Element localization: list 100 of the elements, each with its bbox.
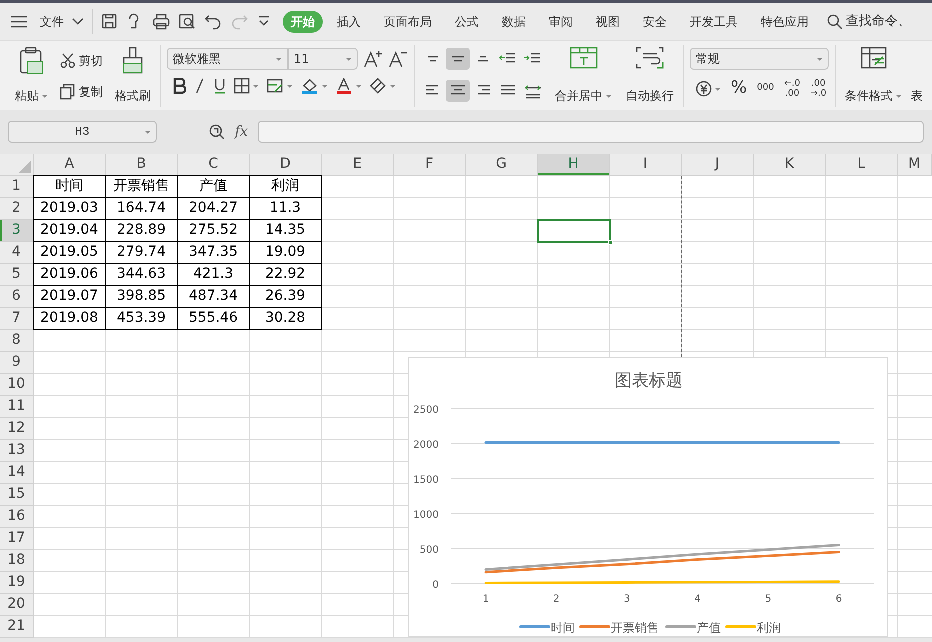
ribbon-tab[interactable]: 开发工具: [682, 10, 746, 32]
center-align-button[interactable]: [446, 80, 470, 102]
grow-font-icon[interactable]: [364, 50, 383, 68]
percent-button[interactable]: %: [731, 76, 748, 102]
column-header[interactable]: F: [394, 154, 466, 176]
table-cell: 利润: [249, 175, 322, 198]
currency-icon[interactable]: [696, 80, 721, 97]
cell-style-icon[interactable]: [267, 78, 294, 94]
ribbon-tab[interactable]: 审阅: [541, 10, 581, 32]
ribbon-button[interactable]: 格式刷: [112, 45, 154, 107]
thousands-button[interactable]: 000: [757, 82, 774, 96]
decrease-decimal-button[interactable]: .00 →.0: [810, 78, 827, 99]
row-header[interactable]: 8: [0, 330, 34, 352]
search-command[interactable]: 查找命令、: [846, 12, 911, 32]
column-header[interactable]: A: [34, 154, 106, 176]
shrink-font-icon[interactable]: [389, 50, 408, 68]
row-header[interactable]: 3: [0, 220, 34, 242]
corner-cell[interactable]: [0, 154, 34, 176]
table-cell: 2019.08: [33, 307, 106, 330]
row-header[interactable]: 16: [0, 506, 34, 528]
copy-icon: [60, 84, 76, 100]
undo-icon[interactable]: [205, 13, 222, 30]
row-header[interactable]: 13: [0, 440, 34, 462]
name-box[interactable]: H3: [8, 121, 157, 143]
legend-label: 产值: [697, 621, 721, 635]
ribbon-tab[interactable]: 特色应用: [753, 10, 817, 32]
table-cell: 30.28: [249, 307, 322, 330]
chart-panel[interactable]: 0 500 1000 1500 2000 2500 1 2 3 4 5 6 图表标题 时间 开票销售 产值 利润: [408, 357, 888, 637]
chevron-icon[interactable]: [72, 18, 84, 25]
row-header[interactable]: 20: [0, 594, 34, 616]
ribbon-button[interactable]: 条件格式: [842, 45, 905, 107]
legend-swatch: [580, 626, 610, 628]
print-icon[interactable]: [153, 13, 170, 30]
row-header[interactable]: 6: [0, 286, 34, 308]
row-header[interactable]: 2: [0, 198, 34, 220]
underline-icon[interactable]: [213, 78, 227, 94]
number-format-field[interactable]: 常规: [690, 48, 829, 70]
ribbon-button[interactable]: 自动换行: [623, 45, 677, 107]
menu-icon[interactable]: [10, 14, 28, 30]
border-icon[interactable]: [234, 78, 260, 94]
column-header[interactable]: I: [610, 154, 682, 176]
row-header[interactable]: 17: [0, 528, 34, 550]
row-header[interactable]: 11: [0, 396, 34, 418]
merge-icon: [570, 47, 598, 69]
row-header[interactable]: 10: [0, 374, 34, 396]
row-header[interactable]: 19: [0, 572, 34, 594]
row-header[interactable]: 4: [0, 242, 34, 264]
row-header[interactable]: 1: [0, 176, 34, 198]
column-header[interactable]: M: [898, 154, 932, 176]
column-header[interactable]: B: [106, 154, 178, 176]
conditional-format-icon: [860, 47, 886, 69]
row-header[interactable]: 14: [0, 462, 34, 484]
ribbon-tab[interactable]: 插入: [329, 10, 369, 32]
middle-align-button[interactable]: [446, 48, 470, 70]
row-header[interactable]: 9: [0, 352, 34, 374]
ribbon-button[interactable]: 合并居中: [552, 45, 615, 107]
row-header[interactable]: 5: [0, 264, 34, 286]
font-name-field[interactable]: 微软雅黑: [167, 48, 288, 70]
fill-bucket-icon[interactable]: [301, 78, 329, 94]
save-icon[interactable]: [101, 13, 118, 30]
row-header[interactable]: 15: [0, 484, 34, 506]
ribbon-tab[interactable]: 数据: [494, 10, 534, 32]
increase-decimal-button[interactable]: ←.0 .00: [784, 78, 800, 99]
ribbon-button[interactable]: 表: [911, 45, 923, 107]
formula-input[interactable]: [258, 121, 924, 143]
ribbon-tab[interactable]: 安全: [635, 10, 675, 32]
axis-label: 0: [432, 580, 439, 591]
row-header[interactable]: 18: [0, 550, 34, 572]
font-color-icon[interactable]: [336, 78, 363, 94]
axis-label: 1500: [414, 475, 439, 486]
caret-icon: [606, 94, 612, 98]
ribbon-button[interactable]: 粘贴: [12, 45, 51, 107]
ribbon-tab[interactable]: 公式: [447, 10, 487, 32]
axis-label: 500: [420, 545, 439, 556]
row-header[interactable]: 21: [0, 616, 34, 638]
column-header[interactable]: C: [178, 154, 250, 176]
eraser-icon[interactable]: [370, 78, 397, 94]
ribbon-tab[interactable]: 页面布局: [376, 10, 440, 32]
column-header[interactable]: G: [466, 154, 538, 176]
column-header[interactable]: D: [250, 154, 322, 176]
column-header[interactable]: J: [682, 154, 754, 176]
zoom-icon[interactable]: [209, 124, 225, 140]
row-header[interactable]: 7: [0, 308, 34, 330]
function-label[interactable]: fx: [235, 122, 248, 142]
row-header[interactable]: 12: [0, 418, 34, 440]
cut-button[interactable]: 剪切: [57, 50, 106, 70]
column-header[interactable]: H: [538, 154, 610, 176]
legend-swatch: [726, 626, 756, 628]
caret-icon: [896, 94, 902, 98]
axis-label: 2500: [414, 405, 439, 416]
preview-icon[interactable]: [179, 13, 196, 30]
bold-icon[interactable]: [173, 78, 186, 94]
legend-label: 时间: [551, 621, 575, 635]
column-header[interactable]: L: [826, 154, 898, 176]
column-header[interactable]: E: [322, 154, 394, 176]
font-size-field[interactable]: 11: [288, 48, 358, 70]
copy-button[interactable]: 复制: [57, 82, 106, 102]
file-menu[interactable]: 文件: [32, 10, 72, 32]
ribbon-tab[interactable]: 视图: [588, 10, 628, 32]
column-header[interactable]: K: [754, 154, 826, 176]
